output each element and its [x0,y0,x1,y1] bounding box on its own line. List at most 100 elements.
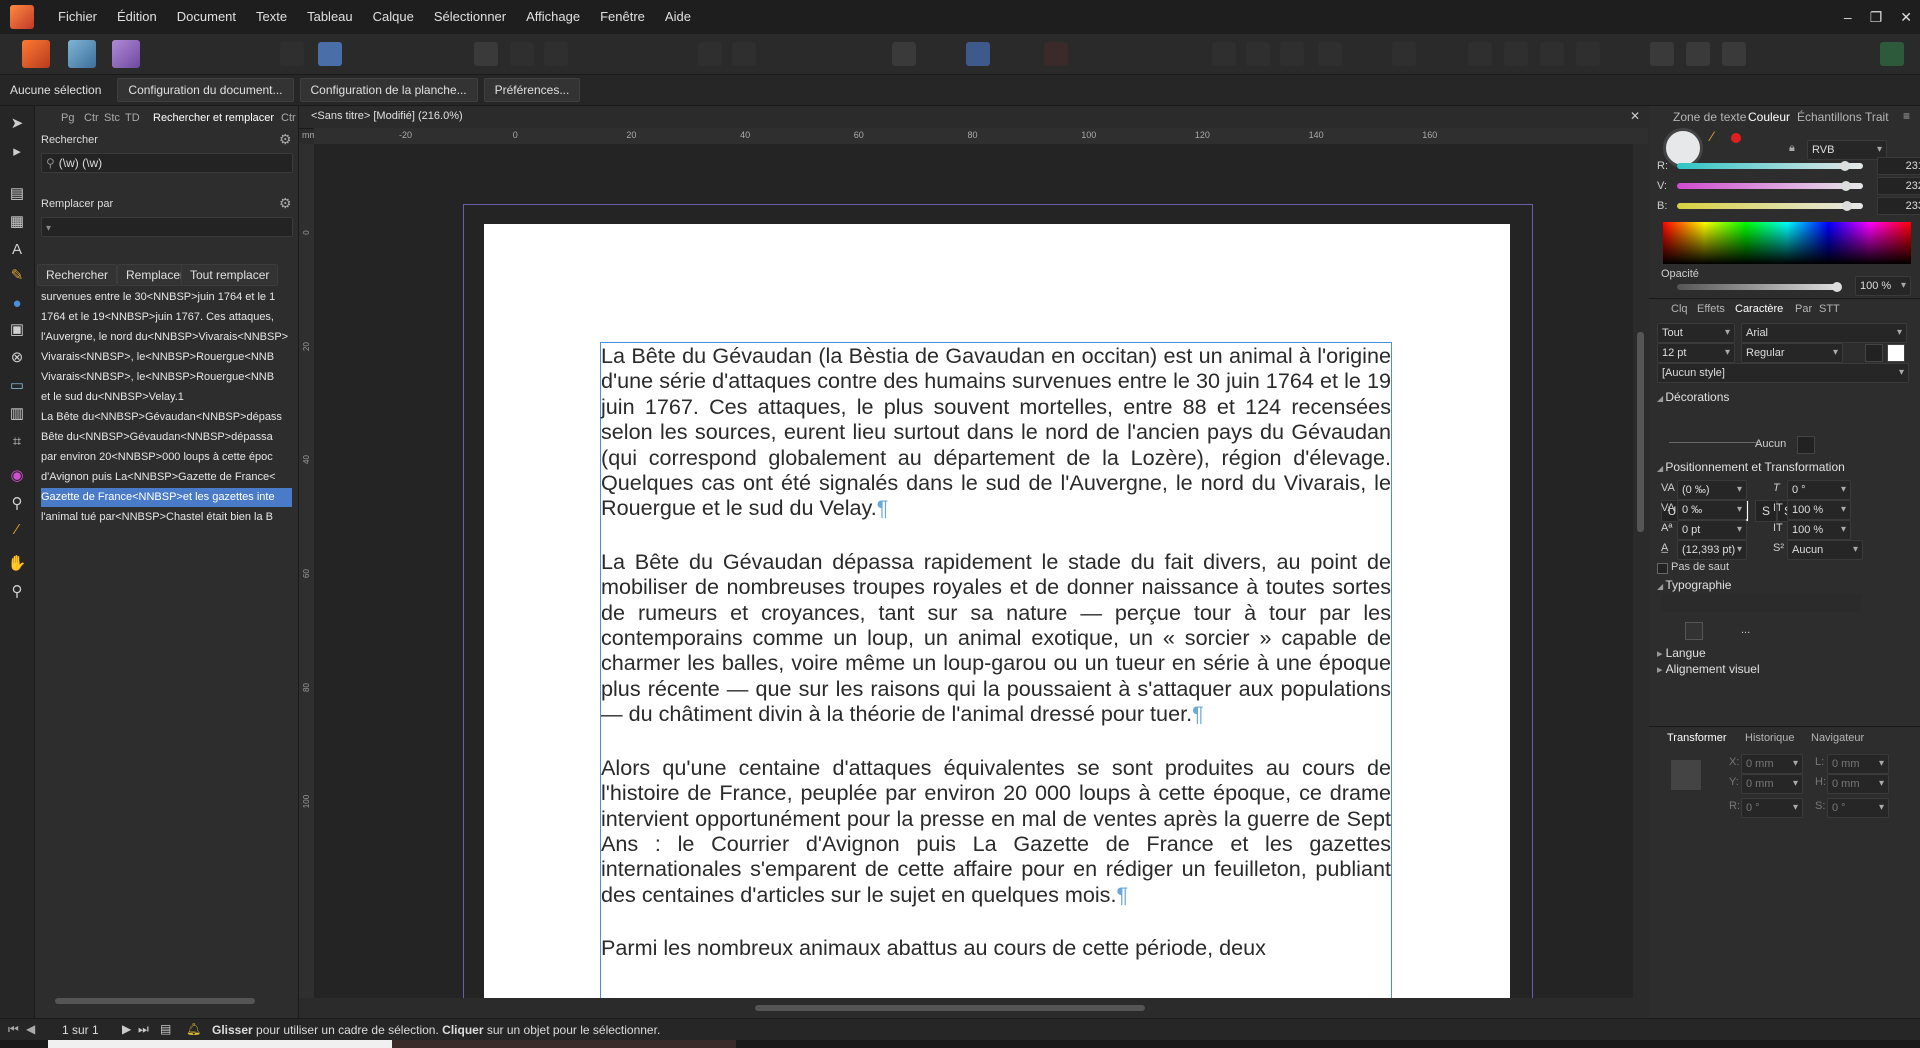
zoom-tool-icon[interactable]: ⚲ [7,582,27,602]
b-slider-knob[interactable] [1841,201,1852,211]
photo-persona-icon[interactable] [112,40,140,68]
tab-paragraph[interactable]: Par [1795,303,1812,315]
font-scope-select[interactable]: Tout [1657,323,1735,343]
search-result-item[interactable]: l'animal tué par<NNBSP>Chastel était bie… [41,508,292,527]
anchor-point-icon[interactable] [1671,760,1701,790]
arrange-back-icon[interactable] [1212,42,1236,66]
fill-tool-icon[interactable]: ◉ [7,466,27,486]
visual-alignment-section[interactable]: Alignement visuel [1657,662,1760,676]
kerning-field[interactable]: 0 ‰ [1677,500,1747,520]
color-spectrum[interactable] [1663,222,1911,264]
opacity-field[interactable]: 100 % [1855,276,1911,296]
shear-field[interactable]: 0 ° [1827,798,1889,818]
color-picker-tool-icon[interactable]: ⚲ [7,494,27,514]
replace-settings-gear-icon[interactable]: ⚙ [279,195,292,212]
close-document-icon[interactable]: ✕ [1630,109,1640,123]
flip-h-icon[interactable] [1540,42,1564,66]
pen-tool-icon[interactable]: ✎ [7,266,27,286]
rotation-field[interactable]: 0 ° [1741,798,1803,818]
menu-selectionner[interactable]: Sélectionner [424,0,516,34]
skew-field[interactable]: 0 ° [1787,480,1851,500]
height-field[interactable]: 0 mm [1827,774,1889,794]
v-slider-knob[interactable] [1841,181,1852,191]
horizontal-scroll-thumb[interactable] [755,1005,1145,1011]
paragraph-1[interactable]: La Bête du Gévaudan (la Bèstia de Gavaud… [601,343,1391,521]
r-slider-knob[interactable] [1840,161,1851,171]
search-result-item[interactable]: survenues entre le 30<NNBSP>juin 1764 et… [41,288,292,307]
vertical-scrollbar[interactable] [1633,144,1648,998]
tracking-field[interactable]: (0 ‰) [1677,480,1747,500]
pin-small-icon[interactable] [732,42,756,66]
tab-stroke[interactable]: Trait [1865,110,1889,124]
page-list-icon[interactable]: ▤ [160,1022,171,1036]
crop-tool-icon[interactable]: ⌗ [7,432,27,452]
recent-color-swatch[interactable] [1731,133,1741,143]
table-tool-icon[interactable]: ▦ [7,212,27,232]
tab-color[interactable]: Couleur [1748,110,1790,124]
tab-ctr[interactable]: Ctr [84,112,99,124]
menu-affichage[interactable]: Affichage [516,0,590,34]
results-scrollbar[interactable] [55,998,255,1004]
vertical-scale-field[interactable]: 100 % [1787,500,1851,520]
rotate-left-icon[interactable] [1468,42,1492,66]
menu-tableau[interactable]: Tableau [297,0,363,34]
b-value-field[interactable]: 233 [1877,197,1920,215]
eyedropper-tool-icon[interactable]: ⁄ [7,520,27,540]
snapping-magnet-icon[interactable] [1044,42,1068,66]
typography-more-button[interactable]: ... [1741,624,1750,636]
text-tool-icon[interactable]: A [7,240,27,260]
decoration-color-swatch[interactable] [1797,436,1815,454]
v-value-field[interactable]: 232 [1877,177,1920,195]
tab-text-frame[interactable]: Zone de texte [1673,110,1746,124]
menu-texte[interactable]: Texte [246,0,297,34]
restore-button[interactable]: ❐ [1870,9,1883,26]
share-icon[interactable] [318,42,342,66]
script-select[interactable]: Aucun [1787,540,1863,560]
tab-pages[interactable]: Pg [61,112,74,124]
font-size-select[interactable]: 12 pt [1657,343,1735,363]
menu-document[interactable]: Document [167,0,246,34]
r-slider[interactable] [1677,161,1863,171]
text-color-swatch[interactable] [1865,344,1883,362]
place-image-tool-icon[interactable]: ▭ [7,376,27,396]
image-tool-icon[interactable]: ▣ [7,320,27,340]
replace-all-button[interactable]: Tout remplacer [181,264,279,286]
paragraph-4[interactable]: Parmi les nombreux animaux abattus au co… [601,935,1391,960]
tab-td[interactable]: TD [125,112,140,124]
v-slider[interactable] [1677,181,1863,191]
document-canvas[interactable]: La Bête du Gévaudan (la Bèstia de Gavaud… [314,144,1633,998]
pin-icon[interactable] [698,42,722,66]
arrange-backward-icon[interactable] [1246,42,1270,66]
menu-edition[interactable]: Édition [107,0,167,34]
x-field[interactable]: 0 mm [1741,754,1803,774]
color-picker-icon[interactable]: ⁄ [1711,128,1713,144]
tab-stc[interactable]: Stc [104,112,120,124]
node-tool-icon[interactable]: ▸ [7,142,27,162]
leading-field[interactable]: (12,393 pt) [1677,540,1747,560]
preview-eye-icon[interactable] [892,42,916,66]
tab-swatches[interactable]: Échantillons [1797,110,1862,124]
preferences-button[interactable]: Préférences... [483,78,581,102]
lock-icon[interactable]: 🔒︎ [1789,142,1795,155]
move-tool-icon[interactable]: ➤ [7,114,27,134]
spread-setup-button[interactable]: Configuration de la planche... [299,78,478,102]
vertical-scroll-thumb[interactable] [1637,332,1644,532]
transparency-tool-icon[interactable]: ▥ [7,404,27,424]
fill-color-well[interactable] [1663,128,1703,168]
notification-bell-icon[interactable]: 🔔︎ [186,1022,201,1036]
designer-persona-icon[interactable] [68,40,96,68]
search-result-item[interactable]: 1764 et le 19<NNBSP>juin 1767. Ces attaq… [41,308,292,327]
decoration-style-label[interactable]: Aucun [1755,438,1786,450]
master-page-icon[interactable] [474,42,498,66]
paragraph-3[interactable]: Alors qu'une centaine d'attaques équival… [601,755,1391,907]
find-button[interactable]: Rechercher [37,264,118,286]
last-page-icon[interactable]: ⏭ [138,1022,149,1037]
frame-icon[interactable] [544,42,568,66]
first-page-icon[interactable]: ⏮ [8,1022,19,1037]
arrange-forward-icon[interactable] [1280,42,1304,66]
close-window-button[interactable]: ✕ [1900,9,1912,26]
color-model-select[interactable]: RVB [1807,140,1887,160]
menu-aide[interactable]: Aide [655,0,701,34]
search-result-item[interactable]: Bête du<NNBSP>Gévaudan<NNBSP>dépassa [41,428,292,447]
prev-page-icon[interactable]: ◀ [26,1022,35,1036]
